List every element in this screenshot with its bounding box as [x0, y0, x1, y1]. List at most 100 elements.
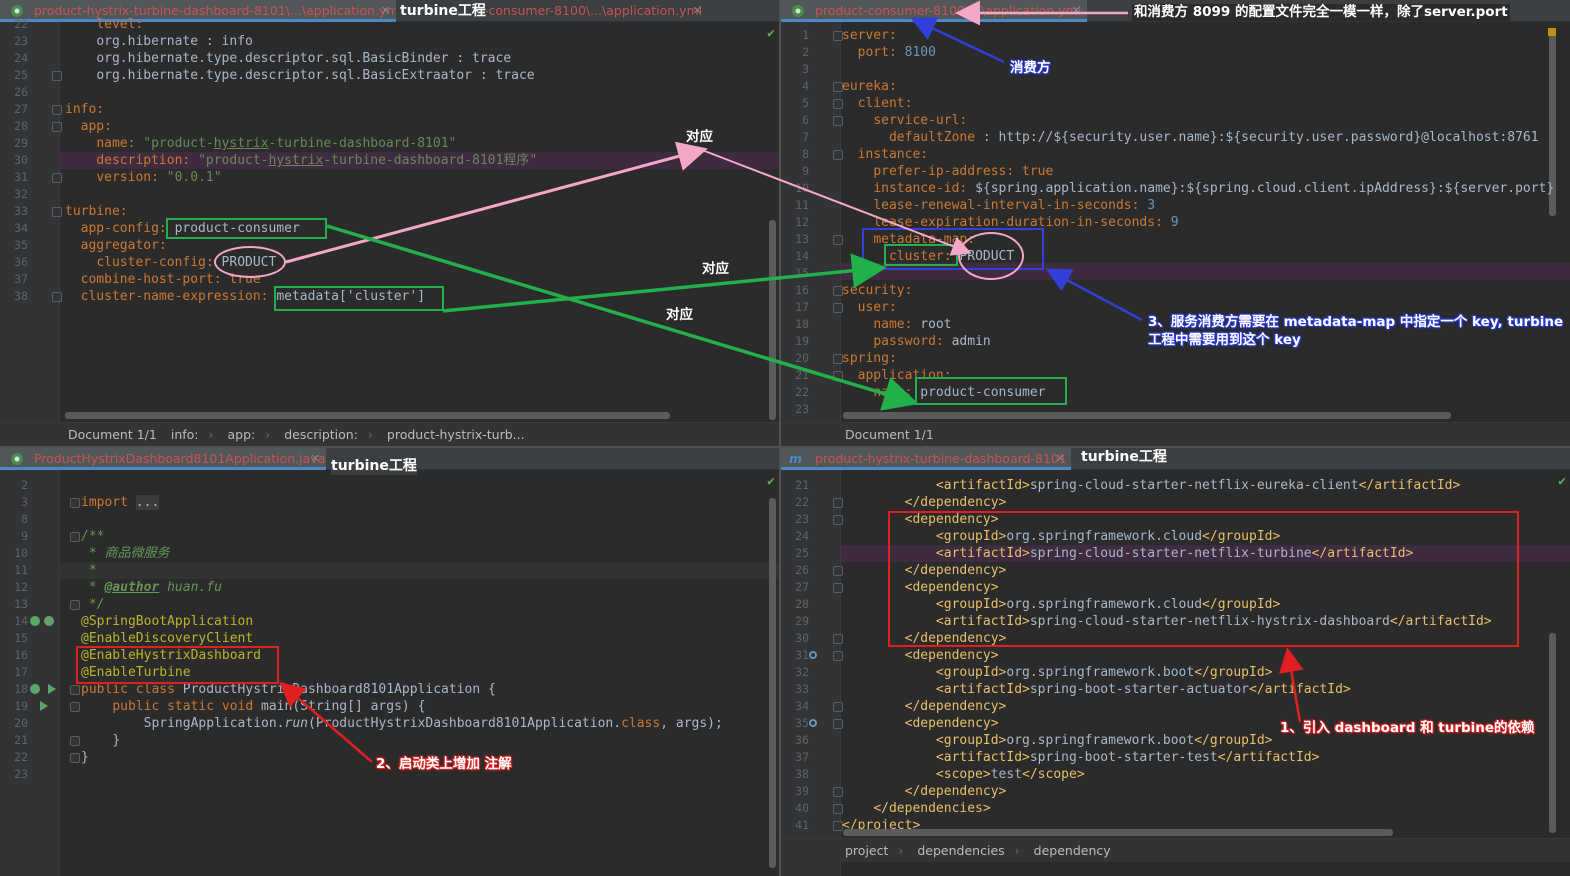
- line-number: 4: [802, 79, 809, 93]
- line-number: 9: [802, 164, 809, 178]
- horizontal-scrollbar[interactable]: [843, 412, 1451, 419]
- breadcrumb-item[interactable]: dependency: [1034, 843, 1111, 858]
- tab-turbine-application-yml[interactable]: product-hystrix-turbine-dashboard-8101\.…: [0, 0, 396, 22]
- annotation-correspond: 对应: [702, 261, 729, 277]
- tab-application-java[interactable]: ProductHystrixDashboard8101Application.j…: [0, 448, 326, 470]
- pink-ellipse-product-consumer: [958, 232, 1024, 280]
- line-number: 10: [795, 181, 809, 195]
- fold-marker[interactable]: [70, 702, 80, 712]
- horizontal-scrollbar[interactable]: [843, 829, 1393, 836]
- breadcrumb-item[interactable]: info:: [171, 427, 199, 442]
- line-number: 22: [14, 17, 28, 31]
- line-number: 34: [14, 221, 28, 235]
- line-number: 28: [14, 119, 28, 133]
- close-icon[interactable]: ✕: [1072, 0, 1081, 19]
- breadcrumb-item[interactable]: product-hystrix-turb...: [387, 427, 525, 442]
- breadcrumb-item[interactable]: app:: [227, 427, 255, 442]
- code-line: <dependency>: [904, 716, 999, 731]
- code-line: defaultZone : http://${security.user.nam…: [888, 130, 1539, 145]
- fold-marker[interactable]: [52, 71, 62, 81]
- code-line: <dependency>: [904, 648, 999, 663]
- fold-marker[interactable]: [52, 207, 62, 217]
- close-icon[interactable]: ✕: [1056, 448, 1065, 467]
- line-number: 36: [795, 733, 809, 747]
- code-line: import ...: [81, 495, 160, 510]
- vertical-splitter[interactable]: [779, 0, 781, 876]
- run-icon[interactable]: [48, 684, 56, 694]
- code-line: org.hibernate : info: [96, 34, 253, 49]
- vertical-scrollbar[interactable]: [1549, 633, 1556, 833]
- line-number: 41: [795, 818, 809, 832]
- line-number: 28: [795, 597, 809, 611]
- spring-bean-icon[interactable]: [30, 616, 40, 626]
- fold-marker[interactable]: [70, 498, 80, 508]
- line-number: 22: [795, 385, 809, 399]
- fold-marker[interactable]: [70, 685, 80, 695]
- line-number: 31: [14, 170, 28, 184]
- breadcrumb: Document 1/1 info: › app: › description: › …: [0, 422, 779, 446]
- line-number: 21: [14, 733, 28, 747]
- code-line: SpringApplication.run(ProductHystrixDash…: [143, 716, 723, 731]
- horizontal-scrollbar[interactable]: [65, 412, 670, 419]
- line-number: 20: [795, 351, 809, 365]
- code-line: <groupId>org.springframework.boot</group…: [935, 665, 1273, 680]
- breadcrumb-item[interactable]: project: [845, 843, 888, 858]
- line-number: 34: [795, 699, 809, 713]
- annotation-metadata-key-line2: 工程中需要用到这个 key: [1148, 332, 1301, 348]
- dependency-marker-icon[interactable]: [809, 651, 817, 659]
- vertical-scrollbar[interactable]: [769, 498, 776, 868]
- fold-marker[interactable]: [52, 105, 62, 115]
- code-line: instance:: [857, 147, 929, 162]
- close-icon[interactable]: ✕: [693, 0, 702, 22]
- close-icon[interactable]: ✕: [311, 448, 320, 467]
- line-number: 18: [14, 682, 28, 696]
- editor-pane-top-right: product-consumer-8100\...\application.ym…: [781, 0, 1570, 446]
- line-number: 21: [795, 368, 809, 382]
- fold-marker[interactable]: [52, 292, 62, 302]
- code-line: info:: [65, 102, 105, 117]
- close-icon[interactable]: ✕: [381, 0, 390, 19]
- tab-consumer-application-yml[interactable]: product-consumer-8100\...\application.ym…: [781, 0, 1087, 22]
- breadcrumb-item[interactable]: description:: [284, 427, 358, 442]
- annotation-metadata-key-line1: 3、服务消费方需要在 metadata-map 中指定一个 key, turbi…: [1148, 314, 1564, 330]
- turbine-project-label: turbine工程: [331, 458, 417, 475]
- spring-bean-icon[interactable]: [44, 616, 54, 626]
- code-line: <artifactId>spring-boot-starter-test</ar…: [935, 750, 1320, 765]
- line-number: 16: [14, 648, 28, 662]
- line-number: 12: [795, 215, 809, 229]
- code-line: <artifactId>spring-cloud-starter-netflix…: [935, 478, 1461, 493]
- code-line: lease-renewal-interval-in-seconds: 3: [873, 198, 1156, 213]
- line-number: 29: [795, 614, 809, 628]
- breadcrumb-item[interactable]: dependencies: [917, 843, 1004, 858]
- fold-marker[interactable]: [70, 753, 80, 763]
- tab-pom-xml[interactable]: m product-hystrix-turbine-dashboard-8101…: [781, 448, 1071, 470]
- line-number: 18: [795, 317, 809, 331]
- code-line: </dependency>: [904, 495, 1007, 510]
- red-box-dependencies: [888, 511, 1519, 647]
- line-number: 38: [14, 289, 28, 303]
- tab-bar: m product-hystrix-turbine-dashboard-8101…: [781, 448, 1570, 470]
- breadcrumb: project › dependencies › dependency: [781, 838, 1570, 862]
- code-line: server:: [842, 28, 897, 43]
- line-number: 33: [795, 682, 809, 696]
- code-line: app:: [80, 119, 112, 134]
- fold-marker[interactable]: [52, 122, 62, 132]
- code-line: </dependency>: [904, 784, 1007, 799]
- code-line: service-url:: [873, 113, 968, 128]
- line-number: 15: [14, 631, 28, 645]
- code-line: /**: [81, 529, 105, 544]
- breadcrumb-item[interactable]: Document 1/1: [845, 427, 934, 442]
- code-line: name: "product-hystrix-turbine-dashboard…: [96, 136, 457, 151]
- breadcrumb-item[interactable]: Document 1/1: [68, 427, 157, 442]
- fold-marker[interactable]: [52, 173, 62, 183]
- code-line: user:: [857, 300, 897, 315]
- vertical-scrollbar[interactable]: [769, 220, 776, 420]
- fold-marker[interactable]: [70, 532, 80, 542]
- code-line: </dependencies>: [873, 801, 991, 816]
- run-icon[interactable]: [40, 701, 48, 711]
- fold-marker[interactable]: [70, 736, 80, 746]
- fold-marker[interactable]: [70, 600, 80, 610]
- horizontal-splitter[interactable]: [0, 446, 1570, 448]
- dependency-marker-icon[interactable]: [809, 719, 817, 727]
- spring-bean-icon[interactable]: [30, 684, 40, 694]
